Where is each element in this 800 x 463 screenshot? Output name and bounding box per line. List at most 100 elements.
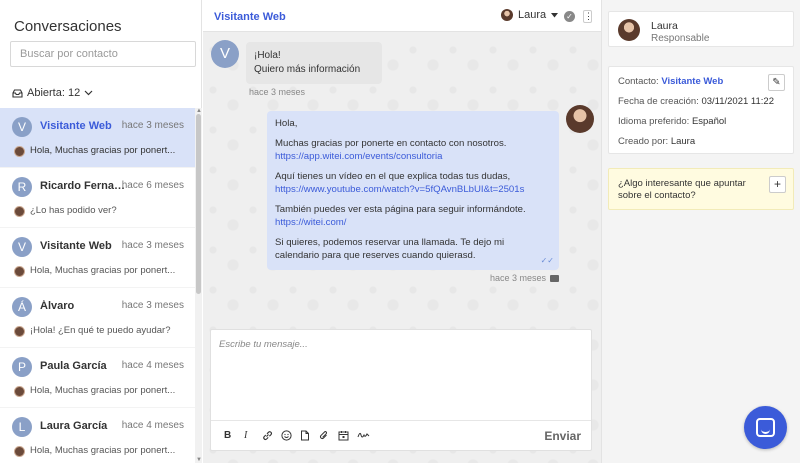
conversation-preview: Hola, Muchas gracias por ponert...: [30, 445, 176, 456]
conversation-preview: Hola, Muchas gracias por ponert...: [30, 385, 176, 396]
conversation-list-scrollbar[interactable]: ▲ ▼: [195, 108, 202, 463]
scroll-down-arrow-icon[interactable]: ▼: [196, 457, 202, 463]
contact-avatar: V: [12, 117, 32, 137]
conversations-panel: Conversaciones Abierta: 12 V Visitante W…: [0, 0, 202, 463]
created-row: Fecha de creación: 03/11/2021 11:22: [618, 96, 774, 107]
contact-avatar: Á: [12, 297, 32, 317]
conversation-item[interactable]: R Ricardo Fernand... hace 6 meses ¿Lo ha…: [0, 168, 195, 228]
conversation-contact-name: Visitante Web: [40, 240, 112, 252]
responsible-agent-card: Laura Responsable: [608, 11, 794, 47]
message-link[interactable]: https://www.youtube.com/watch?v=5fQAvnBL…: [275, 184, 524, 195]
conversation-time: hace 4 meses: [121, 360, 184, 371]
chat-contact-name[interactable]: Visitante Web: [214, 11, 286, 23]
composer-toolbar: B I Enviar: [211, 420, 591, 450]
message-text: También puedes ver esta página para segu…: [275, 204, 526, 215]
conversation-time: hace 3 meses: [121, 120, 184, 131]
agent-avatar: [566, 105, 594, 133]
language-value: Español: [691, 116, 727, 127]
help-chat-launcher[interactable]: [744, 406, 787, 449]
conversation-item[interactable]: V Visitante Web hace 3 meses Hola, Mucha…: [0, 108, 195, 168]
agent-avatar: [618, 19, 640, 41]
message-paragraph: Aquí tienes un vídeo en el que explica t…: [275, 170, 551, 196]
chat-bubble-icon: [756, 418, 775, 437]
message-text: Muchas gracias por ponerte en contacto c…: [275, 138, 507, 149]
more-options-icon[interactable]: ⋮: [583, 10, 593, 23]
message-paragraph: También puedes ver esta página para segu…: [275, 203, 551, 229]
incoming-message: ¡Hola! Quiero más información: [246, 42, 382, 84]
conversation-item[interactable]: Á Álvaro hace 3 meses ¡Hola! ¿En qué te …: [0, 288, 195, 348]
contact-info-card: Contacto: Visitante Web ✎ Fecha de creac…: [608, 66, 794, 154]
message-text: Quiero más información: [254, 64, 361, 75]
emoji-icon[interactable]: [281, 430, 292, 444]
conversation-item[interactable]: L Laura García hace 4 meses Hola, Muchas…: [0, 408, 195, 463]
agent-avatar-icon: [14, 266, 25, 277]
italic-button[interactable]: I: [244, 430, 247, 441]
agent-avatar-icon: [14, 326, 25, 337]
contact-search-input[interactable]: [10, 41, 196, 67]
conversation-contact-name: Álvaro: [40, 300, 75, 312]
conversation-preview: Hola, Muchas gracias por ponert...: [30, 145, 176, 156]
message-text: Hola,: [275, 118, 298, 129]
message-text: Si quieres, podemos reservar una llamada…: [275, 237, 505, 261]
message-paragraph: Muchas gracias por ponerte en contacto c…: [275, 137, 551, 163]
conversation-time: hace 4 meses: [121, 420, 184, 431]
agent-avatar-icon: [14, 386, 25, 397]
outgoing-message: Hola, Muchas gracias por ponerte en cont…: [267, 111, 559, 270]
creator-row: Creado por: Laura: [618, 136, 695, 147]
contact-avatar: P: [12, 357, 32, 377]
paperclip-icon[interactable]: [319, 430, 329, 444]
contact-avatar: L: [12, 417, 32, 437]
conversation-list: V Visitante Web hace 3 meses Hola, Mucha…: [0, 108, 195, 463]
chat-header: Visitante Web Laura ✓ ⋮: [203, 0, 601, 32]
resolve-check-icon[interactable]: ✓: [564, 11, 575, 22]
double-check-icon: ✓✓: [540, 256, 554, 265]
conversation-contact-name: Laura García: [40, 420, 108, 432]
file-icon[interactable]: [300, 430, 310, 444]
responsible-agent-name: Laura: [651, 20, 678, 32]
message-link[interactable]: https://app.witei.com/events/consultoria: [275, 151, 442, 162]
link-icon[interactable]: [262, 430, 273, 444]
conversation-time: hace 6 meses: [121, 180, 184, 191]
created-value: 03/11/2021 11:22: [701, 96, 774, 107]
status-filter-label: Abierta: 12: [27, 87, 81, 99]
contact-avatar: R: [12, 177, 32, 197]
contact-row: Contacto: Visitante Web: [618, 76, 723, 87]
bold-button[interactable]: B: [224, 430, 231, 441]
message-link[interactable]: https://witei.com/: [275, 217, 346, 228]
created-label: Fecha de creación:: [618, 96, 699, 107]
contact-avatar: V: [211, 40, 239, 68]
status-filter-dropdown[interactable]: Abierta: 12: [12, 87, 93, 99]
conversation-item[interactable]: P Paula García hace 4 meses Hola, Muchas…: [0, 348, 195, 408]
scrollbar-thumb[interactable]: [196, 114, 201, 294]
conversation-preview: ¿Lo has podido ver?: [30, 205, 117, 216]
caret-down-icon: [551, 12, 559, 17]
edit-pencil-icon[interactable]: ✎: [768, 74, 785, 91]
conversations-title: Conversaciones: [14, 18, 122, 35]
signature-icon[interactable]: [357, 430, 370, 443]
incoming-message-time: hace 3 meses: [249, 87, 306, 97]
message-text: ¡Hola!: [254, 50, 281, 61]
outgoing-message-meta: hace 3 meses: [490, 273, 560, 283]
envelope-icon: [550, 274, 560, 282]
creator-label: Creado por:: [618, 136, 669, 147]
creator-value: Laura: [670, 136, 696, 147]
contact-value[interactable]: Visitante Web: [661, 76, 723, 87]
send-button[interactable]: Enviar: [544, 429, 581, 443]
conversation-item[interactable]: V Visitante Web hace 3 meses Hola, Mucha…: [0, 228, 195, 288]
message-text: Aquí tienes un vídeo en el que explica t…: [275, 171, 511, 182]
contact-avatar: V: [12, 237, 32, 257]
assigned-agent-dropdown[interactable]: Laura: [501, 9, 559, 21]
message-input[interactable]: [211, 330, 591, 420]
agent-avatar-icon: [14, 206, 25, 217]
contact-note-card: ¿Algo interesante que apuntar sobre el c…: [608, 168, 794, 210]
conversation-contact-name: Ricardo Fernand...: [40, 180, 126, 192]
message-composer: B I Enviar: [210, 329, 592, 451]
conversation-preview: ¡Hola! ¿En qué te puedo ayudar?: [30, 325, 171, 336]
contact-label: Contacto:: [618, 76, 659, 87]
calendar-icon[interactable]: [338, 430, 349, 444]
conversation-contact-name: Visitante Web: [40, 120, 112, 132]
note-prompt: ¿Algo interesante que apuntar sobre el c…: [618, 178, 746, 201]
chat-panel: Visitante Web Laura ✓ ⋮ V ¡Hola! Quiero …: [203, 0, 601, 463]
conversation-time: hace 3 meses: [121, 240, 184, 251]
add-note-plus-icon[interactable]: +: [769, 176, 786, 193]
